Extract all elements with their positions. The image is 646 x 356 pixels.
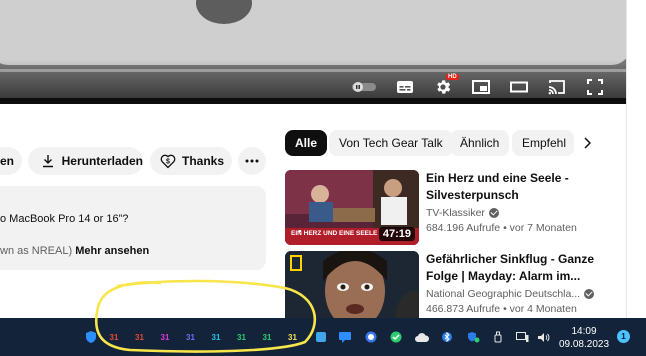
chip-recommended[interactable]: Empfehl: [512, 130, 574, 156]
signal-app-icon[interactable]: [364, 318, 378, 356]
verified-icon: [584, 289, 595, 299]
chips-next-button[interactable]: [580, 136, 594, 150]
app-icon-blue[interactable]: [315, 318, 327, 356]
volume-icon[interactable]: [536, 318, 550, 356]
calendar-day-label: 31: [186, 332, 195, 342]
miniplayer-icon: [472, 80, 490, 94]
thanks-button[interactable]: $ Thanks: [150, 147, 232, 175]
autoplay-toggle[interactable]: [350, 76, 378, 98]
video-meta: 684.196 Aufrufe • vor 7 Monaten: [426, 222, 577, 234]
screen: HD en Herunterladen $ Thanks o MacBook P…: [0, 0, 646, 356]
thumbnail-caption: EIN HERZ UND EINE SEELE: [291, 230, 378, 237]
download-button[interactable]: Herunterladen: [28, 147, 143, 175]
youtube-page: HD en Herunterladen $ Thanks o MacBook P…: [0, 0, 636, 318]
security-icon[interactable]: [465, 318, 481, 356]
calendar-app-icon[interactable]: 31: [285, 330, 301, 344]
share-button[interactable]: en: [0, 147, 22, 175]
cast-button[interactable]: [546, 76, 568, 98]
clock-time: 14:09: [571, 326, 597, 337]
theater-mode-button[interactable]: [508, 76, 530, 98]
calendar-day-label: 31: [262, 332, 272, 342]
player-bottom-edge: [0, 98, 626, 104]
video-thumbnail[interactable]: EIN HERZ UND EINE SEELE 47:19: [285, 170, 419, 245]
gear-icon: [437, 80, 451, 94]
video-duration: 47:19: [378, 227, 415, 241]
channel-label: National Geographic Deutschla...: [426, 288, 581, 300]
calendar-app-icon[interactable]: 31: [183, 330, 199, 344]
fullscreen-icon: [587, 79, 603, 95]
description-footer: wn as NREAL) Mehr ansehen: [0, 245, 149, 257]
more-horizontal-icon: [245, 159, 259, 163]
notification-badge[interactable]: 1: [617, 330, 630, 343]
calendar-app-icon[interactable]: 31: [208, 330, 224, 344]
taskbar: 31 31 31 31 31 31 31 31 14:09 09.08.2023: [0, 318, 646, 356]
svg-text:$: $: [166, 159, 170, 166]
calendar-app-icon[interactable]: 31: [157, 330, 173, 344]
channel-label: TV-Klassiker: [426, 207, 485, 219]
description-box[interactable]: o MacBook Pro 14 or 16”? wn as NREAL) Me…: [0, 186, 266, 270]
show-more-link[interactable]: Mehr ansehen: [75, 245, 149, 257]
video-title[interactable]: Ein Herz und eine Seele - Silvesterpunsc…: [426, 170, 626, 204]
player-controls: HD: [0, 74, 626, 98]
channel-name[interactable]: National Geographic Deutschla...: [426, 288, 595, 300]
settings-button[interactable]: HD: [432, 74, 459, 98]
hd-badge: HD: [446, 74, 459, 80]
window-edge: [626, 0, 636, 318]
fullscreen-button[interactable]: [584, 76, 606, 98]
clock-date: 09.08.2023: [558, 339, 610, 350]
chevron-right-icon: [584, 137, 591, 149]
video-thumbnail[interactable]: [285, 251, 419, 318]
calendar-day-label: 31: [109, 332, 119, 342]
chip-from-channel[interactable]: Von Tech Gear Talk: [329, 130, 453, 156]
calendar-app-icon[interactable]: 31: [132, 330, 148, 344]
description-tail: wn as NREAL): [0, 245, 73, 257]
recommended-video[interactable]: Gefährlicher Sinkflug - Ganze Folge | Ma…: [285, 251, 630, 318]
calendar-day-label: 31: [211, 332, 221, 342]
onedrive-icon[interactable]: [414, 318, 430, 356]
chat-app-icon[interactable]: [338, 318, 352, 356]
calendar-app-icon[interactable]: 31: [234, 330, 250, 344]
calendar-day-label: 31: [288, 332, 297, 342]
chip-all[interactable]: Alle: [285, 130, 328, 156]
progress-bar[interactable]: [0, 69, 626, 72]
calendar-app-icon[interactable]: 31: [259, 330, 275, 344]
calendar-app-icon[interactable]: 31: [106, 330, 122, 344]
bluetooth-icon[interactable]: [440, 318, 454, 356]
display-icon[interactable]: [514, 318, 530, 356]
thumbnail-image: [285, 251, 419, 318]
video-title[interactable]: Gefährlicher Sinkflug - Ganze Folge | Ma…: [426, 251, 626, 285]
share-label: en: [0, 154, 15, 168]
toggle-icon: [352, 82, 376, 92]
calendar-day-label: 31: [135, 332, 144, 342]
subtitles-button[interactable]: [394, 76, 416, 98]
miniplayer-button[interactable]: [470, 76, 492, 98]
more-actions-button[interactable]: [238, 147, 266, 175]
chip-related[interactable]: Ähnlich: [450, 130, 510, 156]
verified-icon: [488, 208, 499, 218]
calendar-day-label: 31: [160, 332, 170, 342]
video-meta: 466.873 Aufrufe • vor 4 Monaten: [426, 303, 577, 315]
channel-name[interactable]: TV-Klassiker: [426, 207, 499, 219]
cast-icon: [548, 80, 565, 95]
system-clock[interactable]: 14:09 09.08.2023: [558, 325, 610, 351]
pinned-calendar-apps: 31 31 31 31 31 31 31 31: [100, 318, 310, 356]
recommended-video[interactable]: EIN HERZ UND EINE SEELE 47:19 Ein Herz u…: [285, 170, 630, 246]
video-player[interactable]: HD: [0, 0, 626, 104]
super-thanks-icon: $: [160, 153, 176, 169]
download-label: Herunterladen: [61, 154, 143, 168]
subtitles-icon: [397, 81, 413, 93]
usb-icon[interactable]: [492, 318, 504, 356]
theater-icon: [510, 81, 528, 93]
calendar-day-label: 31: [237, 332, 246, 342]
filter-chips: Alle Von Tech Gear Talk Ähnlich Empfehl: [285, 130, 625, 156]
check-app-icon[interactable]: [389, 318, 403, 356]
shield-app-icon[interactable]: [84, 318, 98, 356]
video-frame-device: [0, 0, 626, 65]
download-icon: [40, 153, 56, 169]
description-line: o MacBook Pro 14 or 16”?: [0, 213, 129, 225]
thanks-label: Thanks: [182, 154, 225, 168]
